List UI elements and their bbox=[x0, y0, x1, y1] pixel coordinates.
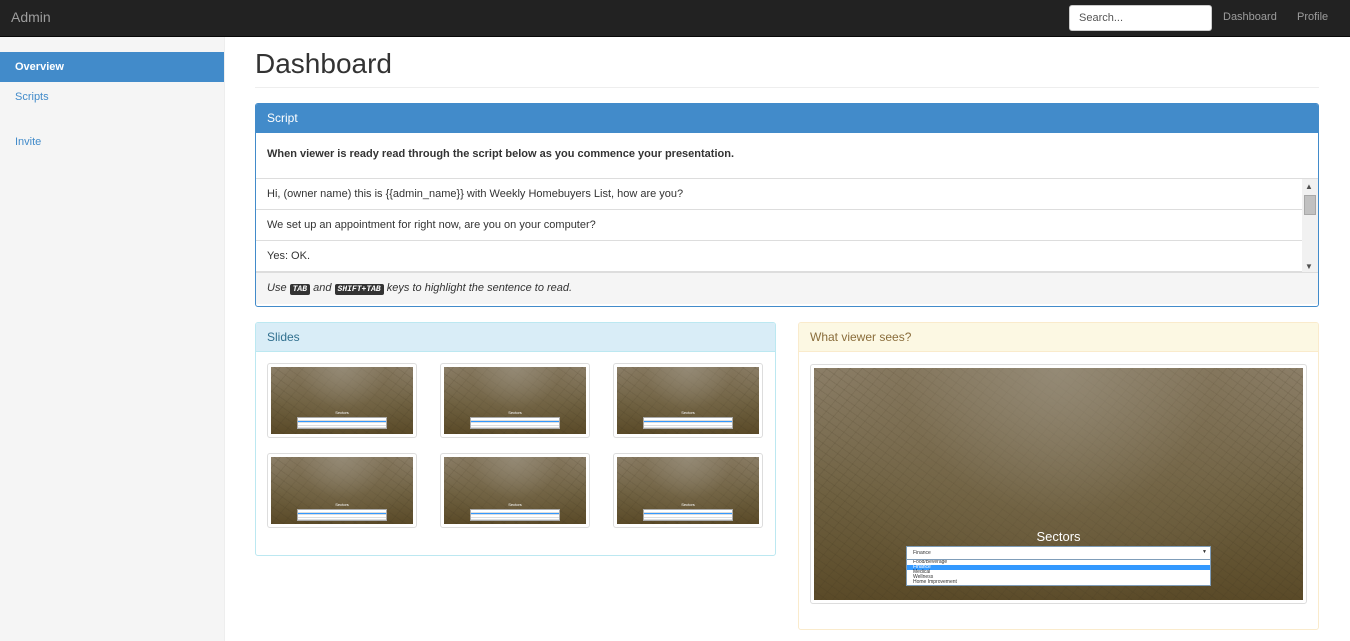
viewer-preview-frame: Sectors Finance ▼ Food/Beverage Finance … bbox=[810, 364, 1307, 604]
brand-link[interactable]: Admin bbox=[11, 9, 51, 25]
script-line[interactable]: Hi, (owner name) this is {{admin_name}} … bbox=[256, 179, 1302, 210]
viewer-sectors-title: Sectors bbox=[1036, 529, 1081, 544]
hint-rest-text: keys to highlight the sentence to read. bbox=[386, 282, 573, 294]
script-panel: Script When viewer is ready read through… bbox=[255, 103, 1319, 307]
slide-sectors-label: Sectors bbox=[335, 502, 349, 507]
script-scrollbar[interactable]: ▲ ▼ bbox=[1302, 179, 1318, 272]
top-navbar: Admin Dashboard Profile bbox=[0, 0, 1350, 37]
slide-preview-image: Sectors bbox=[444, 367, 586, 434]
page-title: Dashboard bbox=[255, 48, 392, 79]
scroll-down-arrow-icon[interactable]: ▼ bbox=[1305, 262, 1313, 271]
scroll-up-arrow-icon[interactable]: ▲ bbox=[1305, 182, 1313, 191]
script-line[interactable]: We set up an appointment for right now, … bbox=[256, 210, 1302, 241]
chevron-down-icon: ▼ bbox=[1202, 549, 1207, 555]
slide-thumbnail[interactable]: Sectors bbox=[613, 363, 763, 438]
slide-thumbnail[interactable]: Sectors bbox=[267, 363, 417, 438]
slide-mini-select bbox=[470, 417, 560, 429]
sidebar-item-overview[interactable]: Overview bbox=[0, 52, 224, 82]
sidebar: Overview Scripts Invite bbox=[0, 37, 225, 641]
slide-sectors-label: Sectors bbox=[681, 410, 695, 415]
viewer-sector-select: Finance ▼ Food/Beverage Finance Medical … bbox=[906, 546, 1211, 586]
sidebar-item-scripts[interactable]: Scripts bbox=[0, 82, 224, 112]
slide-thumbnail[interactable]: Sectors bbox=[613, 453, 763, 528]
slide-thumbnail[interactable]: Sectors bbox=[440, 453, 590, 528]
slides-panel: Slides Sectors Sectors Sectors Sectors S… bbox=[255, 322, 776, 556]
sidebar-item-invite[interactable]: Invite bbox=[0, 127, 224, 157]
slide-preview-image: Sectors bbox=[271, 367, 413, 434]
slide-mini-select bbox=[297, 509, 387, 521]
viewer-select-value: Finance bbox=[913, 550, 931, 556]
slide-thumbnail[interactable]: Sectors bbox=[267, 453, 417, 528]
slide-preview-image: Sectors bbox=[617, 367, 759, 434]
slide-mini-select bbox=[643, 509, 733, 521]
slide-preview-image: Sectors bbox=[444, 457, 586, 524]
slide-thumbnail[interactable]: Sectors bbox=[440, 363, 590, 438]
slide-mini-select bbox=[470, 509, 560, 521]
viewer-select-option: Home Improvement bbox=[913, 579, 957, 585]
slides-panel-heading: Slides bbox=[256, 323, 775, 352]
script-lines-list[interactable]: Hi, (owner name) this is {{admin_name}} … bbox=[256, 179, 1318, 273]
shift-tab-key-badge: SHIFT+TAB bbox=[334, 284, 384, 295]
slide-sectors-label: Sectors bbox=[508, 502, 522, 507]
slide-preview-image: Sectors bbox=[271, 457, 413, 524]
title-divider bbox=[255, 87, 1319, 88]
slide-sectors-label: Sectors bbox=[335, 410, 349, 415]
viewer-panel-heading: What viewer sees? bbox=[799, 323, 1318, 352]
nav-dashboard-link[interactable]: Dashboard bbox=[1223, 11, 1277, 23]
slide-mini-select bbox=[643, 417, 733, 429]
hint-and-text: and bbox=[313, 282, 332, 294]
tab-key-badge: TAB bbox=[289, 284, 311, 295]
nav-profile-link[interactable]: Profile bbox=[1297, 11, 1328, 23]
slide-mini-select bbox=[297, 417, 387, 429]
script-line[interactable]: Yes: OK. bbox=[256, 241, 1302, 272]
script-footer-hint: Use TAB and SHIFT+TAB keys to highlight … bbox=[256, 273, 1318, 304]
slide-preview-image: Sectors bbox=[617, 457, 759, 524]
slide-sectors-label: Sectors bbox=[681, 502, 695, 507]
viewer-slide-image: Sectors Finance ▼ Food/Beverage Finance … bbox=[814, 368, 1303, 600]
search-input[interactable] bbox=[1069, 5, 1212, 31]
scroll-thumb[interactable] bbox=[1304, 195, 1316, 215]
script-instruction: When viewer is ready read through the sc… bbox=[256, 133, 1318, 179]
viewer-select-current: Finance ▼ bbox=[907, 547, 1210, 560]
hint-use-text: Use bbox=[267, 282, 287, 294]
script-panel-heading: Script bbox=[256, 104, 1318, 133]
slide-sectors-label: Sectors bbox=[508, 410, 522, 415]
viewer-panel: What viewer sees? Sectors Finance ▼ Food… bbox=[798, 322, 1319, 630]
